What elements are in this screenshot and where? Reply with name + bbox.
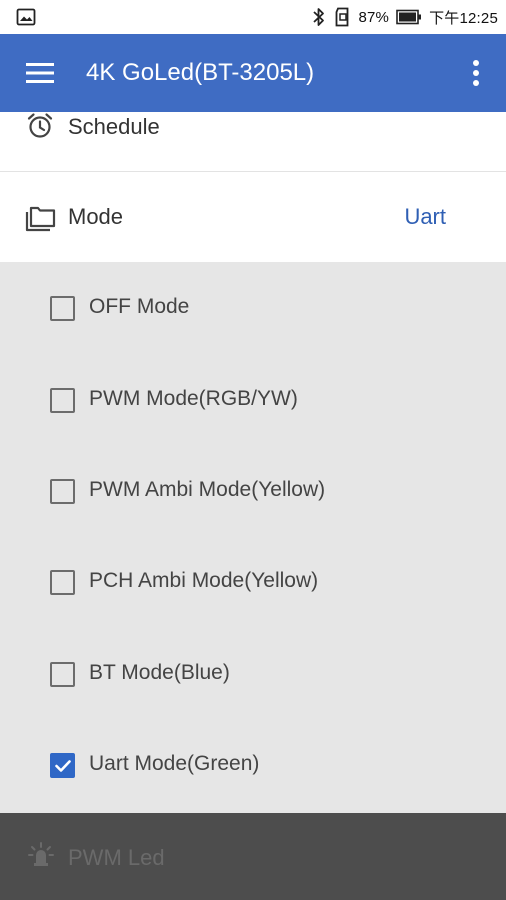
mode-option-label: Uart Mode(Green) [89, 752, 260, 775]
checkbox[interactable] [50, 479, 75, 504]
mode-option-label: PCH Ambi Mode(Yellow) [89, 569, 319, 592]
mode-option-label: PWM Ambi Mode(Yellow) [89, 478, 326, 501]
pwm-led-label: PWM Led [68, 845, 165, 870]
mode-setting[interactable]: Mode Uart [0, 172, 506, 262]
menu-icon[interactable] [26, 60, 54, 86]
led-icon [28, 841, 54, 871]
schedule-label: Schedule [68, 114, 160, 139]
checkbox[interactable] [50, 662, 75, 687]
schedule-setting[interactable]: Schedule [0, 112, 506, 172]
folders-icon [24, 203, 58, 233]
mode-option-pch-ambi[interactable]: PCH Ambi Mode(Yellow) [0, 553, 506, 613]
bluetooth-icon [312, 7, 326, 27]
checkbox[interactable] [50, 570, 75, 595]
sd-card-icon [333, 7, 351, 27]
mode-option-label: OFF Mode [89, 295, 190, 318]
battery-percent: 87% [358, 8, 390, 26]
checkbox[interactable] [50, 296, 75, 321]
app-title: 4K GoLed(BT-3205L) [86, 59, 315, 86]
mode-option-off[interactable]: OFF Mode [0, 279, 506, 339]
checkmark-icon [55, 760, 71, 772]
battery-icon [396, 9, 422, 25]
alarm-clock-icon [26, 112, 54, 140]
mode-label: Mode [68, 204, 124, 229]
mode-options-panel: OFF Mode PWM Mode(RGB/YW) PWM Ambi Mode(… [0, 262, 506, 813]
mode-option-bt[interactable]: BT Mode(Blue) [0, 645, 506, 705]
mode-option-pwm-ambi[interactable]: PWM Ambi Mode(Yellow) [0, 462, 506, 522]
mode-option-pwm[interactable]: PWM Mode(RGB/YW) [0, 371, 506, 431]
checkbox-checked[interactable] [50, 753, 75, 778]
mode-option-uart[interactable]: Uart Mode(Green) [0, 736, 506, 796]
mode-option-label: PWM Mode(RGB/YW) [89, 387, 298, 410]
mode-option-label: BT Mode(Blue) [89, 661, 230, 684]
status-bar: 87% 下午12:25 [0, 0, 506, 34]
clock-time: 下午12:25 [429, 9, 498, 27]
more-vert-icon[interactable] [466, 58, 486, 88]
image-icon [16, 8, 36, 26]
app-bar: 4K GoLed(BT-3205L) [0, 34, 506, 112]
mode-value: Uart [404, 204, 446, 229]
checkbox[interactable] [50, 388, 75, 413]
pwm-led-setting[interactable]: PWM Led [0, 813, 506, 900]
